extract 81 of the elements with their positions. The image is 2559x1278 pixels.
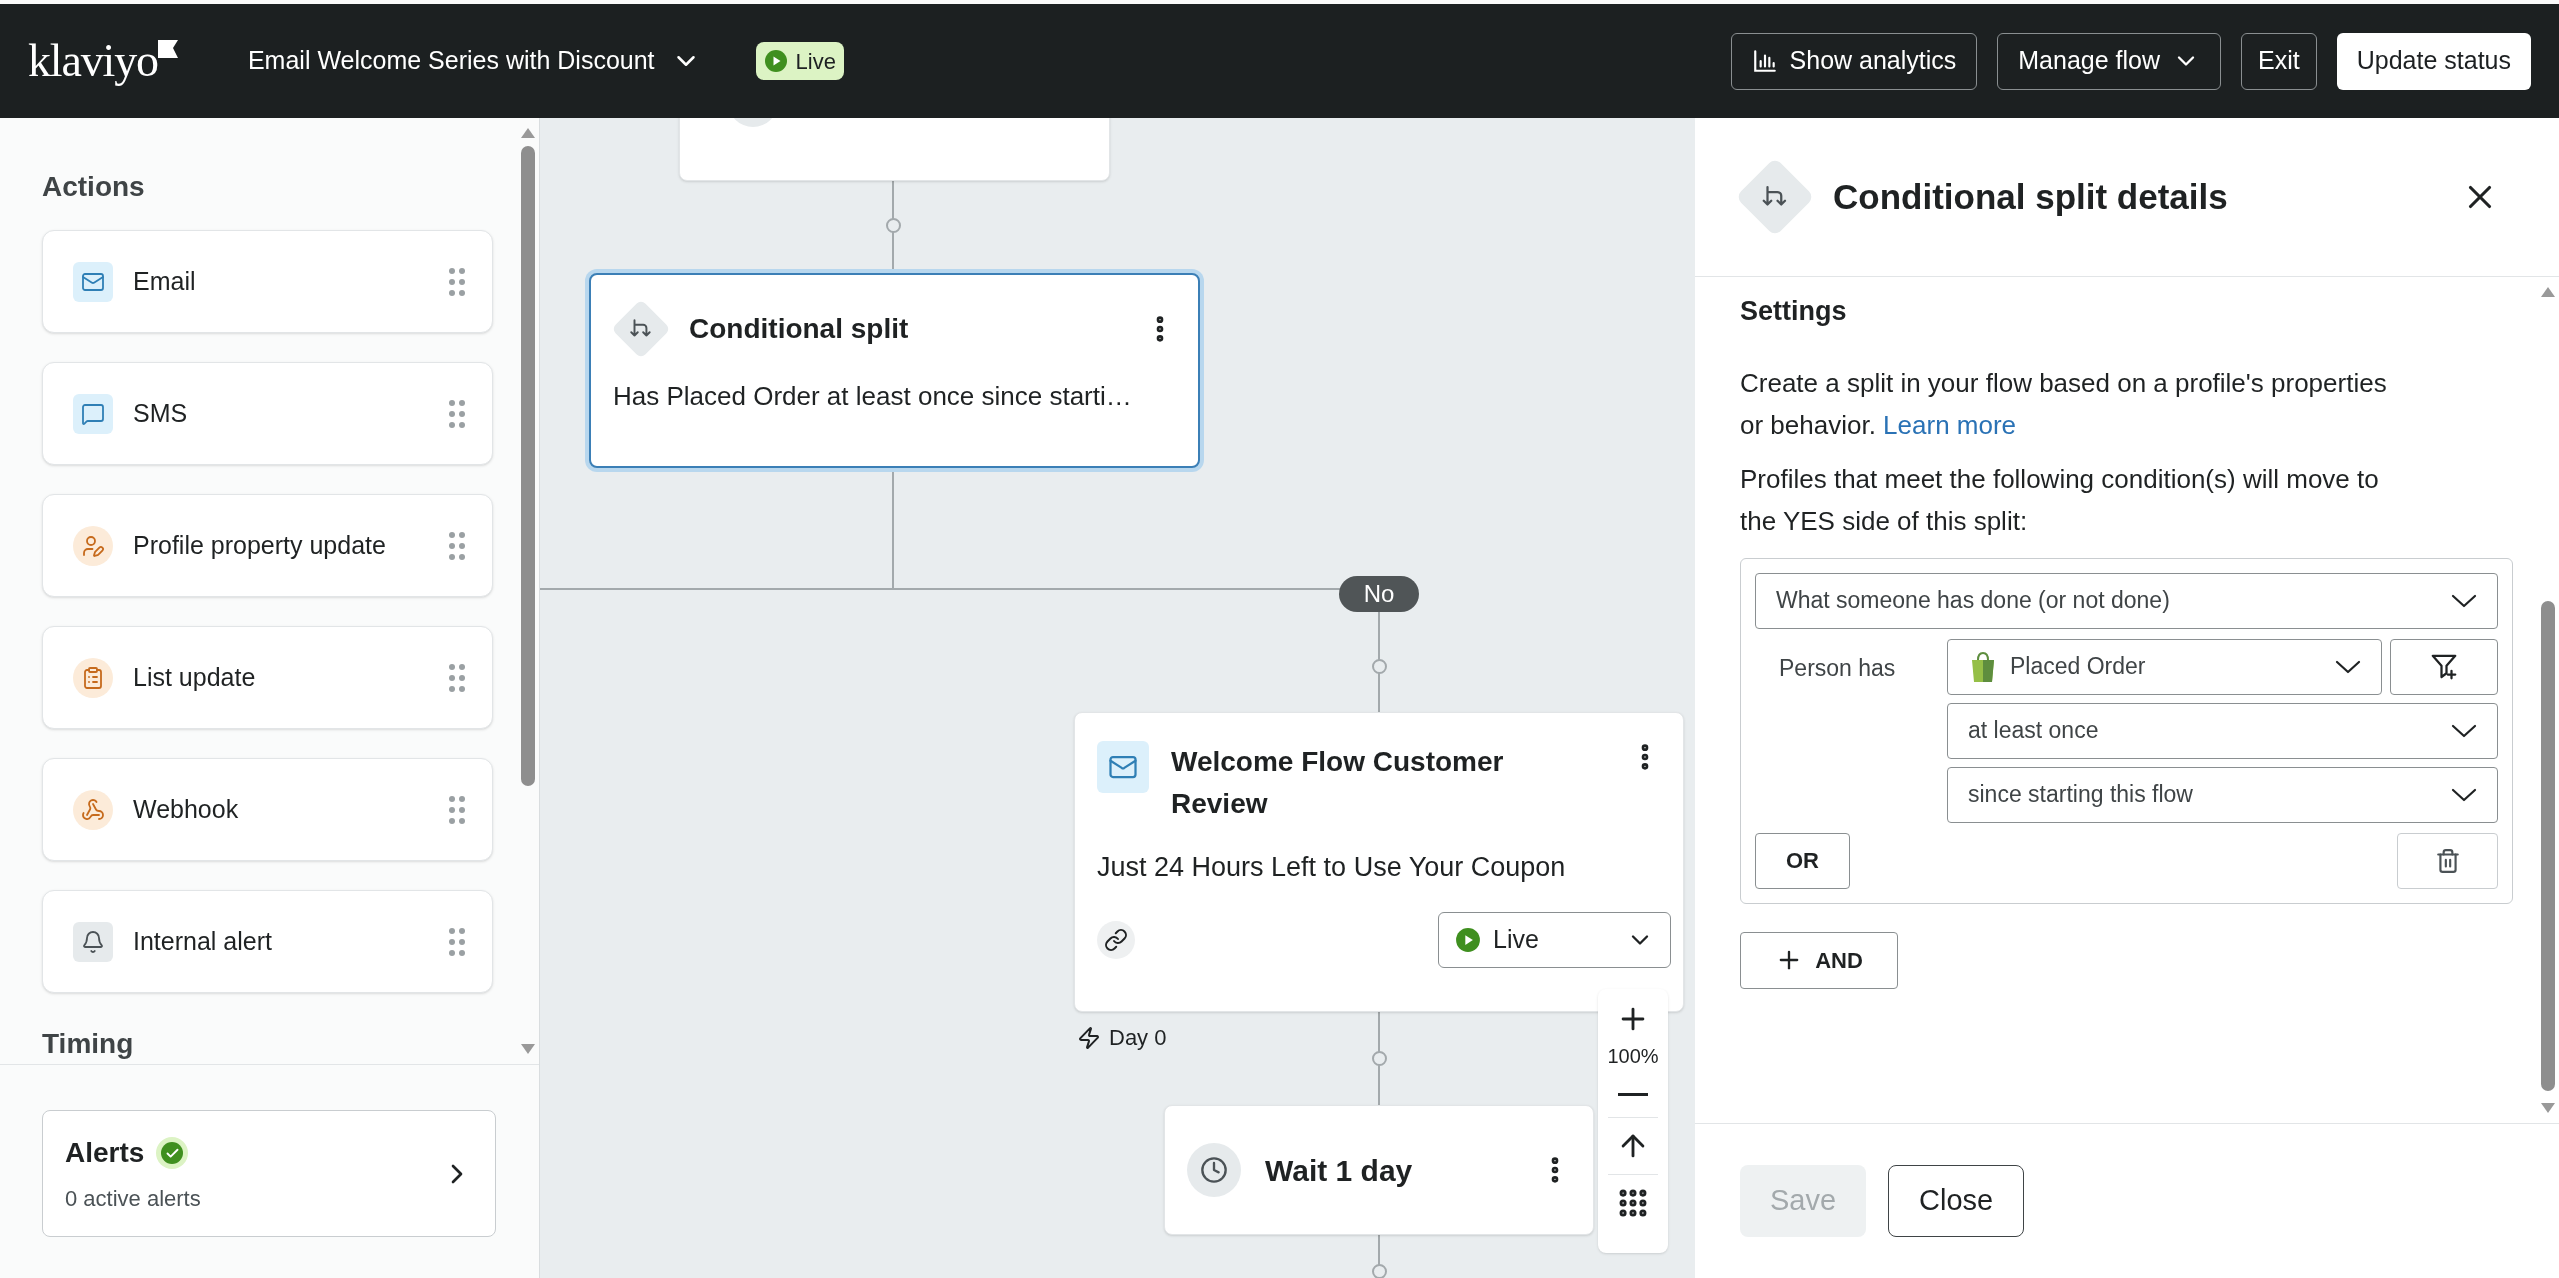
drag-handle-icon[interactable] [448, 926, 466, 957]
envelope-icon [1097, 741, 1149, 793]
action-card[interactable]: Webhook [42, 758, 493, 861]
branch-label: No [1339, 576, 1419, 612]
scrollbar-thumb[interactable] [2541, 601, 2555, 1091]
person-has-label: Person has [1778, 653, 1897, 683]
delete-condition-button[interactable] [2397, 832, 2498, 889]
alerts-title: Alerts [65, 1136, 145, 1170]
email-node-card[interactable]: Welcome Flow Customer Review Just 24 Hours Left to Use Your Coupon Live [1074, 712, 1684, 1012]
brand-logo: klaviyo [28, 38, 158, 84]
scroll-up-arrow-icon[interactable] [2541, 287, 2555, 297]
live-play-icon [1455, 926, 1481, 953]
action-card[interactable]: Profile property update [42, 494, 493, 597]
chevron-down-icon [2335, 659, 2361, 674]
action-label: Webhook [133, 793, 240, 825]
action-card[interactable]: SMS [42, 362, 493, 465]
update-status-button[interactable]: Update status [2336, 32, 2531, 90]
alerts-card[interactable]: Alerts 0 active alerts [42, 1110, 496, 1237]
condition-description: Profiles that meet the following condition(s) will move to the YES side of this split: [1740, 462, 2380, 538]
panel-title: Conditional split details [1833, 175, 2229, 218]
or-button[interactable]: OR [1755, 832, 1850, 889]
action-label: Profile property update [133, 529, 387, 561]
scrollbar-thumb[interactable] [521, 146, 535, 786]
node-title: Conditional split [689, 312, 910, 346]
frequency-dropdown[interactable]: at least once [1947, 702, 2498, 759]
lightning-icon [1077, 1025, 1101, 1050]
person-edit-icon [73, 525, 113, 566]
manage-flow-button[interactable]: Manage flow [1997, 32, 2222, 90]
trigger-delay-label: Day 0 [1109, 1024, 1167, 1052]
section-heading: Settings [1740, 295, 1848, 328]
section-heading: Actions [42, 170, 146, 204]
scroll-down-arrow-icon[interactable] [2541, 1103, 2555, 1113]
wait-node-card[interactable]: Wait 1 day [1164, 1105, 1594, 1235]
node-title: Wait 1 day [1265, 1152, 1414, 1189]
linked-rings-icon [1097, 920, 1135, 959]
split-description: Create a split in your flow based on a profile's properties or behavior. Learn more [1740, 366, 2388, 442]
list-icon [73, 657, 113, 698]
scroll-up-arrow-icon[interactable] [521, 128, 535, 138]
chevron-down-icon [2451, 723, 2477, 738]
condition-type-dropdown[interactable]: What someone has done (or not done) [1755, 572, 2498, 629]
show-analytics-button[interactable]: Show analytics [1730, 32, 1978, 90]
action-label: Internal alert [133, 925, 273, 957]
learn-more-link[interactable]: Learn more [1883, 409, 2017, 440]
add-and-button[interactable]: AND [1740, 931, 1898, 989]
action-card[interactable]: Email [42, 230, 493, 333]
scroll-down-arrow-icon[interactable] [521, 1044, 535, 1054]
alerts-count: 0 active alerts [65, 1185, 202, 1213]
flow-name-dropdown[interactable]: Email Welcome Series with Discount [247, 42, 701, 80]
chevron-down-icon [2451, 787, 2477, 802]
bell-icon [73, 921, 113, 962]
status-dropdown[interactable]: Live [1438, 911, 1671, 968]
chevron-down-icon [2451, 593, 2477, 608]
timeframe-dropdown[interactable]: since starting this flow [1947, 766, 2498, 823]
minus-icon [1618, 1092, 1648, 1096]
envelope-icon [73, 261, 113, 302]
metric-dropdown[interactable]: Placed Order [1947, 638, 2382, 695]
bar-chart-icon [1751, 48, 1778, 74]
email-subject: Just 24 Hours Left to Use Your Coupon [1097, 851, 1567, 884]
action-label: SMS [133, 397, 189, 429]
drag-handle-icon[interactable] [448, 530, 466, 561]
drag-handle-icon[interactable] [448, 398, 466, 429]
action-card[interactable]: List update [42, 626, 493, 729]
add-filter-button[interactable] [2390, 638, 2498, 695]
exit-button[interactable]: Exit [2241, 32, 2317, 90]
drag-handle-icon[interactable] [448, 794, 466, 825]
live-play-icon [763, 49, 788, 73]
action-label: Email [133, 265, 197, 297]
node-title: Welcome Flow Customer Review [1171, 745, 1505, 821]
action-label: List update [133, 661, 257, 693]
live-status-badge: Live [755, 42, 844, 80]
drag-handle-icon[interactable] [448, 266, 466, 297]
action-card[interactable]: Internal alert [42, 890, 493, 993]
zoom-level: 100% [1607, 1044, 1659, 1069]
chat-bubble-icon [73, 393, 113, 434]
drag-handle-icon[interactable] [448, 662, 466, 693]
trash-icon [2434, 847, 2461, 874]
node-description: Has Placed Order at least once since starti… [613, 380, 1133, 413]
section-heading: Timing [42, 1027, 135, 1061]
flag-icon [157, 40, 178, 58]
close-button[interactable]: Close [1888, 1165, 2025, 1237]
webhook-icon [73, 789, 113, 830]
